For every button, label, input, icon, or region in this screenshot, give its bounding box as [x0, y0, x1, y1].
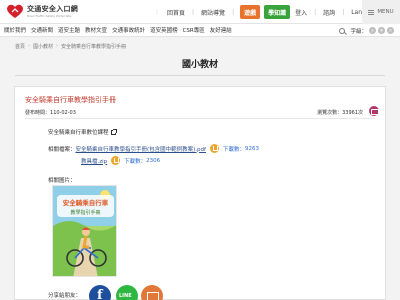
publish-value: 110-02-03 — [50, 110, 76, 116]
nav-ranking[interactable]: 道安英國榜 — [150, 26, 178, 34]
font-size-label: 字級： — [350, 28, 367, 35]
breadcrumb-home[interactable]: 首頁 — [15, 43, 25, 50]
divider — [15, 75, 385, 76]
site-logo[interactable]: 交通安全入口網 Road Traffic Safety Portal Site — [6, 3, 78, 20]
download-label: 下載數： — [124, 158, 147, 165]
top-nav: ⋮ 回首頁 | 網站導覽 | 遊戲 學知識 登入 | 諮詢 | Language… — [150, 0, 389, 24]
video-link-row: 安全騎乘自行車數位課程 — [48, 128, 117, 136]
nav-topics[interactable]: 道安主題 — [58, 26, 80, 34]
heart-logo-icon — [6, 3, 24, 20]
article-title: 安全騎乘自行車教學指引手冊 — [25, 96, 116, 104]
download-label: 下載數： — [222, 146, 245, 153]
search-icon[interactable] — [339, 27, 346, 34]
divider — [25, 118, 375, 119]
facebook-share-icon[interactable] — [89, 285, 111, 300]
breadcrumb-category[interactable]: 國小教材 — [33, 43, 53, 50]
images-label-row: 相關圖片： — [48, 176, 76, 184]
publish-date: 發布時間：110-02-03 — [25, 109, 76, 116]
images-label: 相關圖片： — [48, 178, 76, 184]
main-nav: 關於我們 交通新聞 道安主題 教材文宣 交通事故統計 道安英國榜 CSR專區 友… — [0, 24, 400, 37]
cover-title: 安全騎乘自行車 — [63, 198, 109, 207]
nav-news[interactable]: 交通新聞 — [31, 26, 53, 34]
logo-title: 交通安全入口網 — [27, 4, 79, 13]
hamburger-icon — [368, 9, 375, 15]
video-course-link[interactable]: 安全騎乘自行車數位課程 — [48, 128, 109, 136]
publish-label: 發布時間： — [25, 110, 51, 116]
attachment-row-2: 教具檔.zip 下載數： 2306 — [81, 156, 160, 165]
cover-subtitle: 教學指引手冊 — [70, 209, 100, 216]
download-icon — [111, 156, 121, 165]
share-label: 分享給朋友： — [48, 293, 82, 299]
breadcrumb: 首頁 › 國小教材 › 安全騎乘自行車教學指引手冊 — [15, 43, 127, 50]
line-share-icon[interactable] — [116, 285, 138, 300]
nav-materials[interactable]: 教材文宣 — [85, 26, 107, 34]
file-link-zip[interactable]: 教具檔.zip — [81, 157, 107, 165]
download-icon — [209, 144, 219, 153]
file-link-pdf[interactable]: 安全騎乘自行車教學指引手冊(包含國中範例教案).pdf — [76, 145, 206, 153]
login-link[interactable]: 登入 — [295, 8, 307, 17]
page-title: 國小教材 — [181, 60, 218, 70]
print-icon[interactable] — [369, 106, 379, 116]
nav-csr[interactable]: CSR專區 — [183, 26, 205, 34]
attachments-label: 相關檔案： — [48, 146, 76, 153]
menu-label: MENU — [377, 9, 394, 15]
font-size-control: 字級： 小 中 大 — [339, 24, 394, 37]
download-count: 2306 — [146, 157, 161, 164]
font-large-button[interactable]: 大 — [387, 27, 394, 34]
nav-links[interactable]: 友好連結 — [210, 26, 232, 34]
game-button[interactable]: 遊戲 — [240, 5, 261, 19]
logo-subtitle: Road Traffic Safety Portal Site — [27, 13, 72, 18]
download-count: 9263 — [245, 145, 259, 152]
nav-statistics[interactable]: 交通事故統計 — [112, 26, 145, 34]
nav-about[interactable]: 關於我們 — [4, 26, 26, 34]
learn-button[interactable]: 學知識 — [264, 5, 291, 19]
views-label: 瀏覽次數： — [317, 110, 343, 116]
cover-image[interactable]: 安全騎乘自行車 教學指引手冊 — [52, 185, 117, 277]
views-value: 33961次 — [342, 110, 363, 116]
font-small-button[interactable]: 小 — [369, 27, 376, 34]
view-count: 瀏覽次數：33961次 — [317, 109, 363, 116]
attachment-row-1: 相關檔案： 安全騎乘自行車教學指引手冊(包含國中範例教案).pdf 下載數： 92… — [48, 144, 259, 153]
email-share-icon[interactable] — [141, 285, 163, 300]
home-link[interactable]: 回首頁 — [167, 8, 185, 17]
consult-link[interactable]: 諮詢 — [323, 8, 335, 17]
site-header: 交通安全入口網 Road Traffic Safety Portal Site … — [0, 0, 400, 24]
menu-button[interactable]: MENU — [362, 0, 400, 24]
external-link-icon — [110, 128, 117, 135]
sitemap-link[interactable]: 網站導覽 — [201, 8, 225, 17]
breadcrumb-current: 安全騎乘自行車教學指引手冊 — [61, 44, 127, 50]
font-medium-button[interactable]: 中 — [378, 27, 385, 34]
